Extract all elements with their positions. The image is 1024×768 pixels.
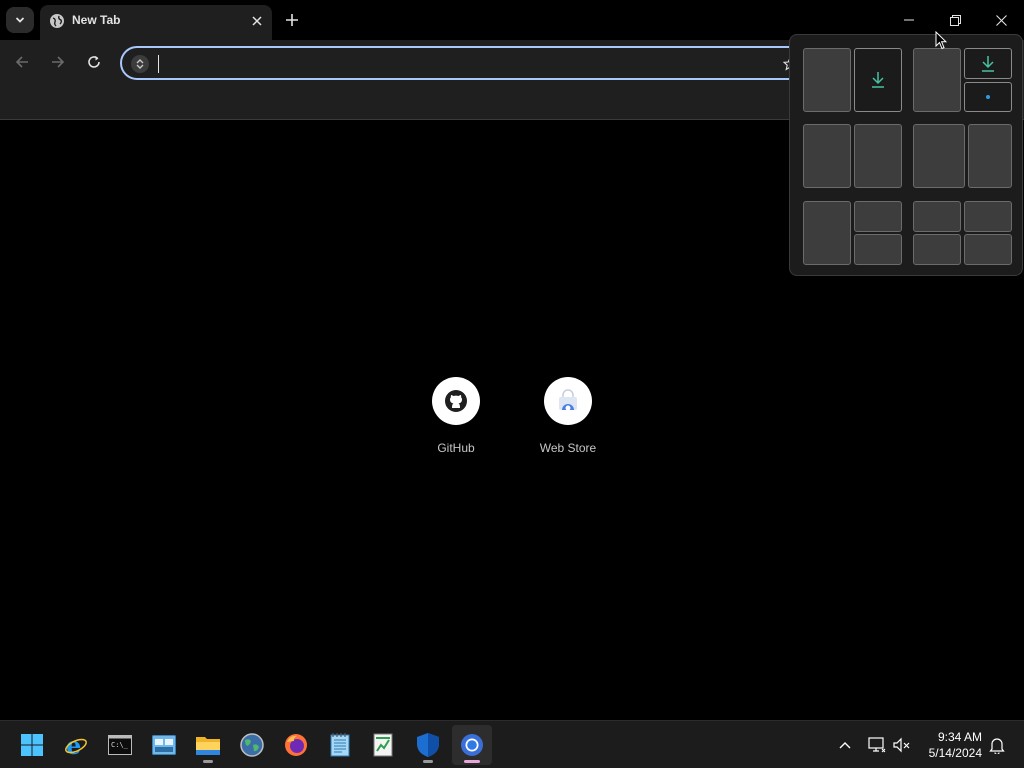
volume-button[interactable] — [890, 733, 914, 757]
start-button[interactable] — [12, 725, 52, 765]
shield-icon — [417, 733, 439, 757]
active-indicator — [464, 760, 480, 763]
desktop-screen: New Tab GitHub Web Store e C:\_ 9:34 AM … — [0, 0, 1024, 768]
notifications-button[interactable] — [985, 733, 1009, 757]
github-icon — [445, 390, 467, 412]
taskbar-globe-app[interactable] — [232, 725, 272, 765]
snap-zone-active[interactable] — [964, 82, 1012, 112]
download-arrow-icon — [982, 55, 994, 72]
minimize-icon — [904, 19, 914, 21]
chevron-down-icon — [15, 17, 25, 23]
arrow-left-icon — [15, 56, 28, 68]
snap-layouts-flyout — [789, 34, 1023, 276]
shortcut-github[interactable]: GitHub — [411, 377, 501, 455]
reload-button[interactable] — [84, 52, 104, 72]
indicator-dot — [986, 95, 990, 99]
snap-zone[interactable] — [854, 201, 902, 232]
shortcut-web-store[interactable]: Web Store — [523, 377, 613, 455]
clock-time: 9:34 AM — [937, 730, 982, 744]
windows-logo-icon — [21, 734, 43, 756]
shortcut-label: Web Store — [539, 441, 597, 455]
back-button[interactable] — [12, 52, 32, 72]
running-indicator — [203, 760, 213, 763]
ie-icon: e — [65, 733, 87, 757]
reload-icon — [88, 56, 100, 68]
download-arrow-icon — [872, 72, 884, 88]
taskbar-firefox[interactable] — [276, 725, 316, 765]
taskbar-clock[interactable]: 9:34 AM 5/14/2024 — [918, 729, 982, 761]
taskbar-security[interactable] — [408, 725, 448, 765]
snap-zone[interactable] — [803, 201, 851, 265]
taskbar-file-explorer[interactable] — [188, 725, 228, 765]
show-hidden-icons-button[interactable] — [833, 733, 857, 757]
snap-zone[interactable] — [964, 234, 1012, 265]
taskbar-control-panel[interactable] — [144, 725, 184, 765]
forward-button[interactable] — [48, 52, 68, 72]
taskbar-internet-explorer[interactable]: e — [56, 725, 96, 765]
close-icon — [252, 16, 262, 26]
snap-zone[interactable] — [964, 201, 1012, 232]
address-bar[interactable] — [120, 46, 820, 80]
snap-zone[interactable] — [854, 124, 902, 188]
tab-search-button[interactable] — [6, 7, 34, 33]
folder-icon — [196, 737, 220, 755]
snap-zone[interactable] — [968, 124, 1012, 188]
arrow-right-icon — [52, 56, 65, 68]
taskbar-command-prompt[interactable]: C:\_ — [100, 725, 140, 765]
restore-button[interactable] — [943, 8, 967, 32]
clock-date: 5/14/2024 — [928, 746, 982, 760]
snap-zone[interactable] — [854, 234, 902, 265]
network-button[interactable] — [865, 733, 889, 757]
tab-new-tab[interactable]: New Tab — [40, 5, 272, 40]
globe-app-icon — [240, 733, 264, 757]
running-indicator — [423, 760, 433, 763]
tab-close-button[interactable] — [248, 12, 266, 30]
web-store-icon — [559, 389, 577, 411]
close-icon — [995, 14, 1007, 26]
new-tab-button[interactable] — [282, 10, 302, 30]
firefox-icon — [285, 734, 307, 756]
chevron-up-icon — [839, 742, 851, 749]
plus-icon — [286, 14, 298, 26]
control-panel-icon — [152, 735, 176, 755]
chrome-icon — [461, 734, 483, 756]
snap-zone[interactable] — [803, 48, 851, 112]
snap-zone[interactable] — [913, 201, 961, 232]
tab-title: New Tab — [72, 13, 121, 27]
snap-zone-active[interactable] — [854, 48, 902, 112]
taskbar: e C:\_ 9:34 AM 5/14/2024 — [0, 720, 1024, 768]
terminal-icon: C:\_ — [108, 735, 132, 755]
network-icon — [868, 737, 886, 753]
snap-zone[interactable] — [913, 234, 961, 265]
volume-muted-icon — [893, 737, 910, 753]
mouse-cursor-icon — [935, 31, 947, 50]
text-caret — [158, 55, 159, 73]
site-info-icon[interactable] — [131, 55, 149, 73]
shortcut-label: GitHub — [437, 441, 475, 455]
snap-zone[interactable] — [803, 124, 851, 188]
taskbar-chrome[interactable] — [452, 725, 492, 765]
spreadsheet-icon — [373, 733, 393, 757]
snap-zone[interactable] — [913, 124, 965, 188]
taskbar-notepad[interactable] — [320, 725, 360, 765]
bell-icon — [989, 738, 1005, 754]
globe-icon — [50, 14, 64, 28]
snap-zone-active[interactable] — [964, 48, 1012, 79]
snap-zone[interactable] — [913, 48, 961, 112]
notepad-icon — [330, 733, 350, 757]
window-close-button[interactable] — [989, 8, 1013, 32]
taskbar-spreadsheet[interactable] — [364, 725, 404, 765]
minimize-button[interactable] — [897, 8, 921, 32]
restore-icon — [949, 14, 961, 26]
svg-text:C:\_: C:\_ — [111, 741, 129, 749]
